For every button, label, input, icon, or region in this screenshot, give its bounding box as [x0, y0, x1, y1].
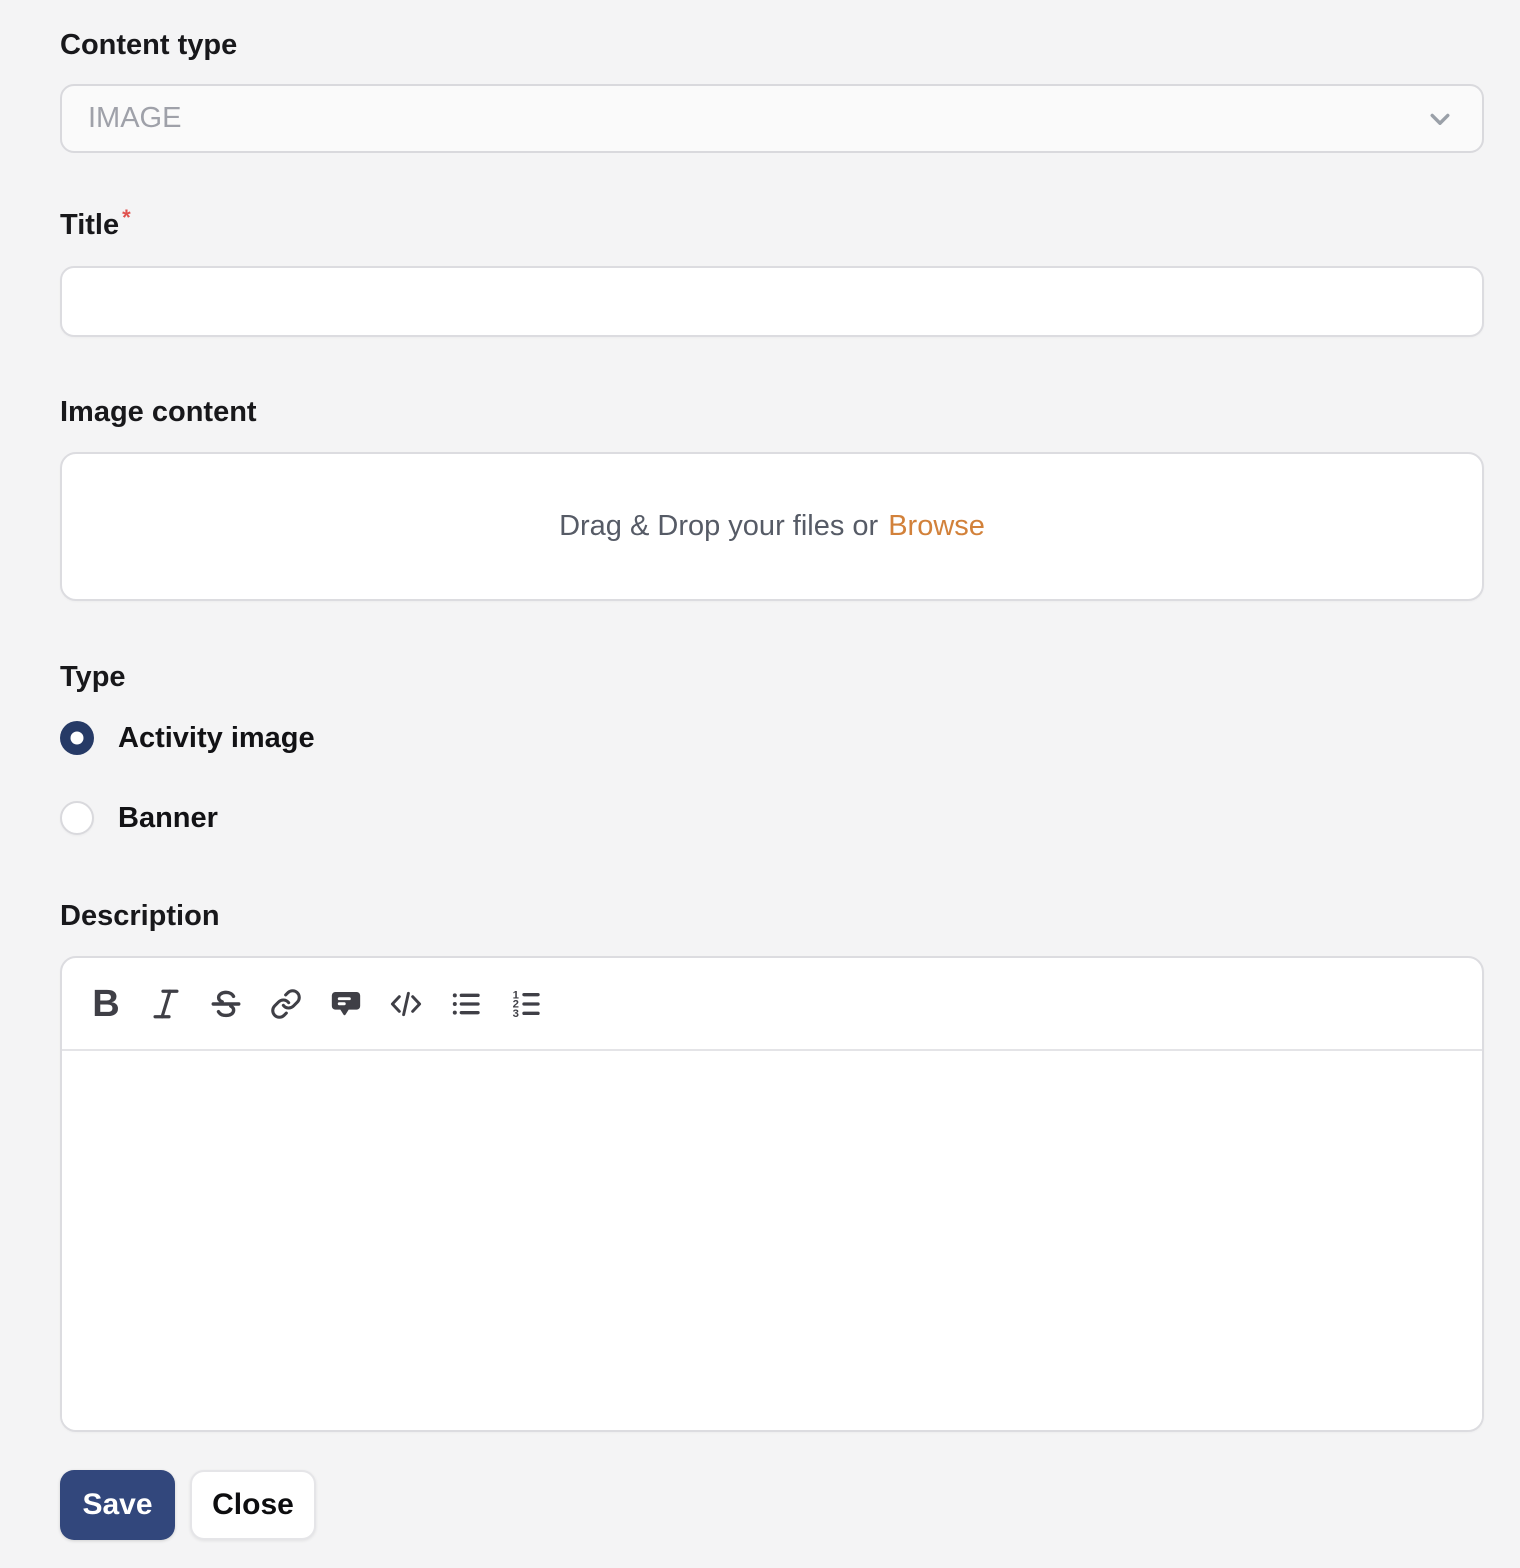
link-button[interactable] [256, 973, 316, 1035]
file-dropzone[interactable]: Drag & Drop your files or Browse [60, 452, 1484, 601]
italic-button[interactable] [136, 973, 196, 1035]
content-type-label: Content type [60, 29, 238, 61]
required-asterisk: * [122, 205, 131, 230]
save-button[interactable]: Save [60, 1470, 175, 1540]
comment-icon [329, 987, 363, 1021]
content-type-select[interactable]: IMAGE [60, 84, 1484, 153]
radio-selected-icon[interactable] [60, 721, 94, 755]
close-button[interactable]: Close [190, 1470, 316, 1540]
radio-option-label[interactable]: Activity image [118, 721, 315, 755]
browse-link[interactable]: Browse [888, 510, 985, 543]
dropzone-text: Drag & Drop your files or [559, 510, 879, 542]
strikethrough-icon [209, 987, 243, 1021]
comment-button[interactable] [316, 973, 376, 1035]
form-page: Content type IMAGE Title * Image content … [0, 0, 1520, 1568]
description-rich-text-editor: B 1 2 3 [60, 956, 1484, 1432]
bullet-list-button[interactable] [436, 973, 496, 1035]
radio-unselected-icon[interactable] [60, 801, 94, 835]
form-actions: Save Close [60, 1470, 1484, 1540]
description-label: Description [60, 900, 220, 932]
code-block-button[interactable] [376, 973, 436, 1035]
type-group-label: Type [60, 661, 126, 693]
description-editor-content[interactable] [62, 1051, 1482, 1430]
bold-button[interactable]: B [76, 973, 136, 1035]
radio-option-banner[interactable]: Banner [60, 801, 1484, 835]
chevron-down-icon [1422, 101, 1458, 137]
ordered-list-icon: 1 2 3 [510, 988, 542, 1020]
title-label: Title * [60, 205, 1484, 242]
strikethrough-button[interactable] [196, 973, 256, 1035]
content-type-selected-value: IMAGE [88, 102, 182, 134]
image-content-label: Image content [60, 396, 257, 428]
editor-toolbar: B 1 2 3 [62, 958, 1482, 1051]
link-icon [270, 988, 302, 1020]
bold-icon: B [92, 982, 120, 1025]
title-label-text: Title [60, 209, 120, 241]
code-icon [388, 988, 424, 1020]
italic-icon [151, 987, 181, 1021]
ordered-list-button[interactable]: 1 2 3 [496, 973, 556, 1035]
radio-option-activity-image[interactable]: Activity image [60, 721, 1484, 755]
bullet-list-icon [450, 988, 482, 1020]
title-input[interactable] [60, 266, 1484, 337]
svg-text:3: 3 [513, 1008, 519, 1020]
radio-option-label[interactable]: Banner [118, 801, 218, 835]
